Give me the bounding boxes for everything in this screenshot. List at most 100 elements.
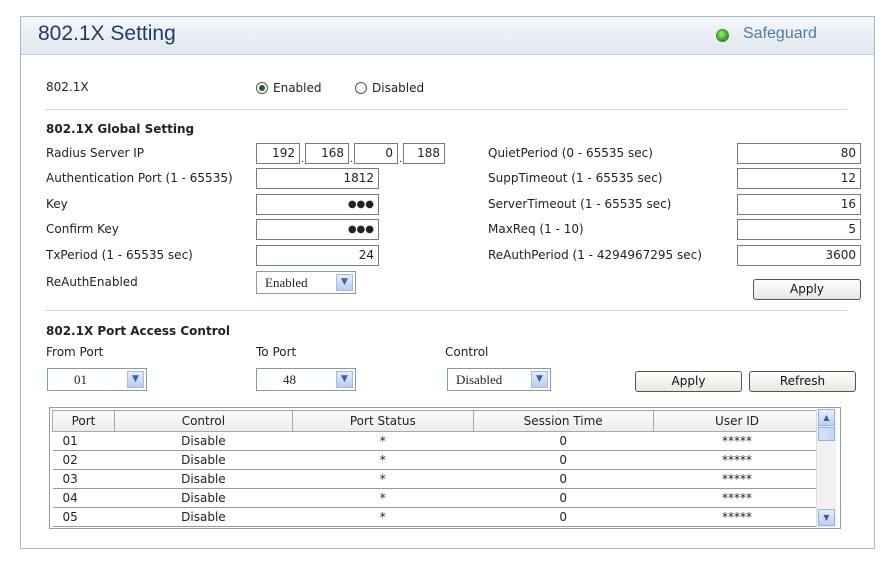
auth-port-label: Authentication Port (1 - 65535) <box>46 171 233 185</box>
table-scrollbar[interactable]: ▲ ▼ <box>816 409 836 527</box>
confirm-key-input[interactable]: ●●● <box>256 219 379 240</box>
cell-port-status: * <box>292 507 474 527</box>
cell-control: Disable <box>114 431 293 451</box>
reauth-period-label: ReAuthPeriod (1 - 4294967295 sec) <box>488 248 702 262</box>
global-setting-heading: 802.1X Global Setting <box>46 122 195 136</box>
divider <box>45 109 847 110</box>
port-table-container: Port Control Port Status Session Time Us… <box>49 407 841 529</box>
cell-port: 02 <box>52 450 115 470</box>
disabled-radio[interactable] <box>355 82 367 94</box>
scrollbar-thumb[interactable] <box>818 427 835 441</box>
reauth-enabled-label: ReAuthEnabled <box>46 275 138 289</box>
to-port-select[interactable]: 48 ▼ <box>256 368 356 391</box>
maxreq-label: MaxReq (1 - 10) <box>488 222 584 236</box>
mode-label: 802.1X <box>46 80 89 94</box>
page-title: 802.1X Setting <box>38 22 176 45</box>
auth-port-input[interactable]: 1812 <box>256 168 379 189</box>
reauth-enabled-select[interactable]: Enabled ▼ <box>256 271 356 294</box>
cell-port-status: * <box>292 488 474 508</box>
cell-session-time: 0 <box>473 450 654 470</box>
port-apply-button[interactable]: Apply <box>635 371 742 392</box>
title-bar: 802.1X Setting Safeguard <box>21 17 874 55</box>
safeguard-label: Safeguard <box>743 25 817 42</box>
radius-ip-octet-4[interactable]: 188 <box>403 143 445 164</box>
key-label: Key <box>46 197 68 211</box>
cell-control: Disable <box>114 450 293 470</box>
control-label: Control <box>445 345 489 359</box>
chevron-down-icon[interactable]: ▼ <box>336 371 353 388</box>
supp-timeout-label: SuppTimeout (1 - 65535 sec) <box>488 171 663 185</box>
disabled-label[interactable]: Disabled <box>372 81 424 95</box>
cell-session-time: 0 <box>473 507 654 527</box>
txperiod-label: TxPeriod (1 - 65535 sec) <box>46 248 193 262</box>
reauth-enabled-value: Enabled <box>265 275 308 290</box>
refresh-button[interactable]: Refresh <box>749 371 856 392</box>
txperiod-input[interactable]: 24 <box>256 245 379 266</box>
server-timeout-input[interactable]: 16 <box>737 194 861 215</box>
from-port-value: 01 <box>74 372 87 387</box>
col-header-user-id: User ID <box>652 410 822 432</box>
server-timeout-label: ServerTimeout (1 - 65535 sec) <box>488 197 672 211</box>
ip-dot: . <box>399 154 403 165</box>
to-port-value: 48 <box>283 372 296 387</box>
radius-ip-octet-1[interactable]: 192 <box>256 143 300 164</box>
cell-user-id: ***** <box>653 507 821 527</box>
cell-user-id: ***** <box>653 431 821 451</box>
cell-user-id: ***** <box>653 450 821 470</box>
quiet-period-label: QuietPeriod (0 - 65535 sec) <box>488 146 653 160</box>
settings-panel: 802.1X Setting Safeguard 802.1X Enabled … <box>20 16 875 549</box>
cell-port: 05 <box>52 507 115 527</box>
from-port-select[interactable]: 01 ▼ <box>47 368 147 391</box>
radius-ip-octet-2[interactable]: 168 <box>305 143 349 164</box>
col-header-session-time: Session Time <box>472 410 654 432</box>
table-row: 01 Disable * 0 ***** <box>52 431 841 451</box>
supp-timeout-input[interactable]: 12 <box>737 168 861 189</box>
col-header-port-status: Port Status <box>291 410 474 432</box>
cell-control: Disable <box>114 488 293 508</box>
cell-control: Disable <box>114 469 293 489</box>
cell-user-id: ***** <box>653 488 821 508</box>
cell-port: 04 <box>52 488 115 508</box>
control-select[interactable]: Disabled ▼ <box>447 368 551 391</box>
chevron-down-icon[interactable]: ▼ <box>127 371 144 388</box>
table-row: 02 Disable * 0 ***** <box>52 450 841 470</box>
col-header-control: Control <box>113 410 293 432</box>
control-value: Disabled <box>456 372 503 387</box>
table-row: 04 Disable * 0 ***** <box>52 488 841 508</box>
ip-dot: . <box>350 154 354 165</box>
cell-port-status: * <box>292 450 474 470</box>
cell-port-status: * <box>292 469 474 489</box>
chevron-down-icon[interactable]: ▼ <box>336 274 353 291</box>
scroll-up-icon[interactable]: ▲ <box>818 409 835 426</box>
safeguard-status-icon <box>716 29 729 42</box>
from-port-label: From Port <box>46 345 104 359</box>
confirm-key-label: Confirm Key <box>46 222 119 236</box>
cell-session-time: 0 <box>473 431 654 451</box>
table-header-row: Port Control Port Status Session Time Us… <box>52 410 841 432</box>
ip-dot: . <box>301 154 305 165</box>
scroll-down-icon[interactable]: ▼ <box>818 509 835 526</box>
chevron-down-icon[interactable]: ▼ <box>531 371 548 388</box>
divider <box>45 310 847 311</box>
reauth-period-input[interactable]: 3600 <box>737 245 861 266</box>
to-port-label: To Port <box>256 345 297 359</box>
maxreq-input[interactable]: 5 <box>737 219 861 240</box>
col-header-port: Port <box>52 410 115 432</box>
enabled-label[interactable]: Enabled <box>273 81 322 95</box>
radius-ip-octet-3[interactable]: 0 <box>354 143 398 164</box>
cell-user-id: ***** <box>653 469 821 489</box>
port-status-table: Port Control Port Status Session Time Us… <box>52 410 841 527</box>
table-row: 03 Disable * 0 ***** <box>52 469 841 489</box>
cell-session-time: 0 <box>473 488 654 508</box>
quiet-period-input[interactable]: 80 <box>737 143 861 164</box>
port-access-heading: 802.1X Port Access Control <box>46 324 230 338</box>
cell-session-time: 0 <box>473 469 654 489</box>
key-input[interactable]: ●●● <box>256 194 379 215</box>
cell-port: 01 <box>52 431 115 451</box>
cell-port: 03 <box>52 469 115 489</box>
table-row: 05 Disable * 0 ***** <box>52 507 841 527</box>
radius-ip-label: Radius Server IP <box>46 146 144 160</box>
global-apply-button[interactable]: Apply <box>753 279 861 300</box>
enabled-radio[interactable] <box>256 82 268 94</box>
cell-control: Disable <box>114 507 293 527</box>
